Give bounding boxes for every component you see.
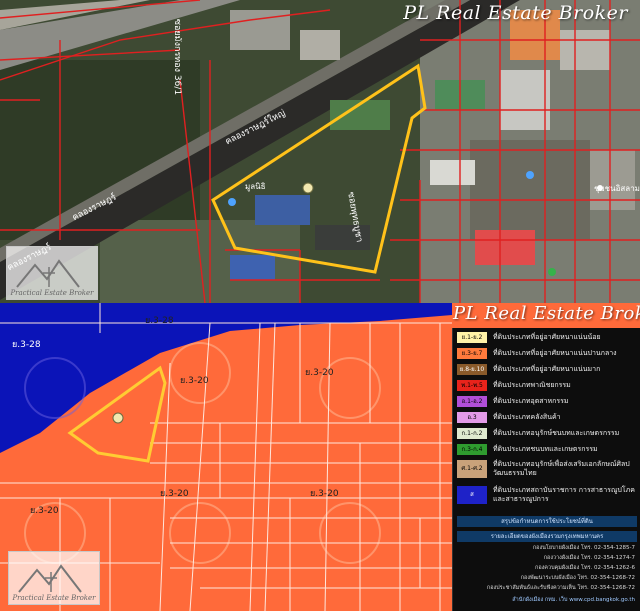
legend-label: ที่ดินประเภทที่อยู่อาศัยหนาแน่นมาก: [493, 365, 601, 373]
place-label: ชุมชนอิสลาม: [594, 184, 640, 193]
legend-swatch: พ.1-พ.5: [457, 380, 487, 391]
legend-swatch: ย.8-ย.10: [457, 364, 487, 375]
zone-label: ย.3-28: [12, 340, 41, 350]
legend-swatch: ย.3-ย.7: [457, 348, 487, 359]
legend-label: ที่ดินประเภทที่อยู่อาศัยหนาแน่นน้อย: [493, 333, 601, 341]
city-plan-details-button[interactable]: รายละเอียดของผังเมืองรวมกรุงเทพมหานคร: [457, 531, 637, 542]
broker-logo: Practical Estate Broker: [8, 551, 100, 605]
legend-item[interactable]: ย.1-ย.2 ที่ดินประเภทที่อยู่อาศัยหนาแน่นน…: [457, 330, 639, 346]
legend-item[interactable]: ย.8-ย.10 ที่ดินประเภทที่อยู่อาศัยหนาแน่น…: [457, 362, 639, 378]
zone-label: ย.3-20: [310, 489, 339, 499]
contact-line: กองประชาสัมพันธ์และรับฟังความเห็น โทร. 0…: [486, 585, 635, 591]
legend-item[interactable]: ก.1-ก.2 ที่ดินประเภทอนุรักษ์ชนบทและเกษตร…: [457, 426, 639, 442]
contact-line: กองควบคุมผังเมือง โทร. 02-354-1262-6: [534, 565, 635, 571]
legend-swatch: ย.1-ย.2: [457, 332, 487, 343]
contact-line: กองพัฒนาระบบผังเมือง โทร. 02-354-1268-72: [520, 575, 635, 581]
contact-line: กองวางผังเมือง โทร. 02-354-1274-7: [543, 555, 635, 561]
legend-label: ที่ดินประเภทชนบทและเกษตรกรรม: [493, 445, 598, 453]
satellite-map[interactable]: PL Real Estate Broker คลองราษฎร์ คลองราษ…: [0, 0, 640, 303]
legend-item[interactable]: ศ.1-ศ.2 ที่ดินประเภทอนุรักษ์เพื่อส่งเสริ…: [457, 458, 639, 482]
legend-swatch: อ.1-อ.2: [457, 396, 487, 407]
legend-item[interactable]: พ.1-พ.5 ที่ดินประเภทพาณิชยกรรม: [457, 378, 639, 394]
legend-swatch: ก.3-ก.4: [457, 444, 487, 455]
logo-caption: Practical Estate Broker: [12, 594, 96, 602]
legend-item[interactable]: อ.3 ที่ดินประเภทคลังสินค้า: [457, 410, 639, 426]
place-label: มูลนิธิ: [245, 182, 266, 191]
watermark-text: PL Real Estate Broker: [403, 2, 628, 24]
contact-line: กองนโยบายผังเมือง โทร. 02-354-1285-7: [532, 545, 635, 551]
watermark-text: PL Real Estate Broker: [453, 303, 640, 324]
road-label: ซอยมังกรทอง 36/1: [172, 18, 183, 96]
logo-caption: Practical Estate Broker: [10, 289, 94, 297]
legend-swatch: ส: [457, 486, 487, 504]
legend-item[interactable]: ย.3-ย.7 ที่ดินประเภทที่อยู่อาศัยหนาแน่นป…: [457, 346, 639, 362]
legend-label: ที่ดินประเภทอนุรักษ์ชนบทและเกษตรกรรม: [493, 429, 620, 437]
zone-label: ย.3-20: [30, 506, 59, 516]
contact-link[interactable]: สำนักผังเมือง กทม. เว็บ www.cpd.bangkok.…: [459, 596, 635, 604]
legend-item[interactable]: ส ที่ดินประเภทสถาบันราชการ การสาธารณูปโภ…: [457, 484, 639, 508]
zone-label: ย.3-20: [180, 376, 209, 386]
legend-swatch: อ.3: [457, 412, 487, 423]
legend-item[interactable]: ก.3-ก.4 ที่ดินประเภทชนบทและเกษตรกรรม: [457, 442, 639, 458]
legend-item[interactable]: อ.1-อ.2 ที่ดินประเภทอุตสาหกรรม: [457, 394, 639, 410]
legend-swatch: ก.1-ก.2: [457, 428, 487, 439]
broker-logo: Practical Estate Broker: [6, 246, 98, 300]
legend-label: ที่ดินประเภทพาณิชยกรรม: [493, 381, 571, 389]
zone-label: ย.3-28: [145, 316, 174, 326]
legend-label: ที่ดินประเภทอนุรักษ์เพื่อส่งเสริมเอกลักษ…: [493, 460, 630, 477]
legend-label: ที่ดินประเภทคลังสินค้า: [493, 413, 561, 421]
zoning-legend: ย.1-ย.2 ที่ดินประเภทที่อยู่อาศัยหนาแน่นน…: [452, 328, 640, 611]
legend-swatch: ศ.1-ศ.2: [457, 460, 487, 478]
legend-label: ที่ดินประเภทที่อยู่อาศัยหนาแน่นปานกลาง: [493, 349, 617, 357]
zone-label: ย.3-20: [160, 489, 189, 499]
property-zoning-composite: PL Real Estate Broker คลองราษฎร์ คลองราษ…: [0, 0, 640, 611]
zone-label: ย.3-20: [305, 368, 334, 378]
legend-label: ที่ดินประเภทสถาบันราชการ การสาธารณูปโภคแ…: [493, 486, 635, 503]
land-use-summary-button[interactable]: สรุปข้อกำหนดการใช้ประโยชน์ที่ดิน: [457, 516, 637, 527]
legend-label: ที่ดินประเภทอุตสาหกรรม: [493, 397, 569, 405]
